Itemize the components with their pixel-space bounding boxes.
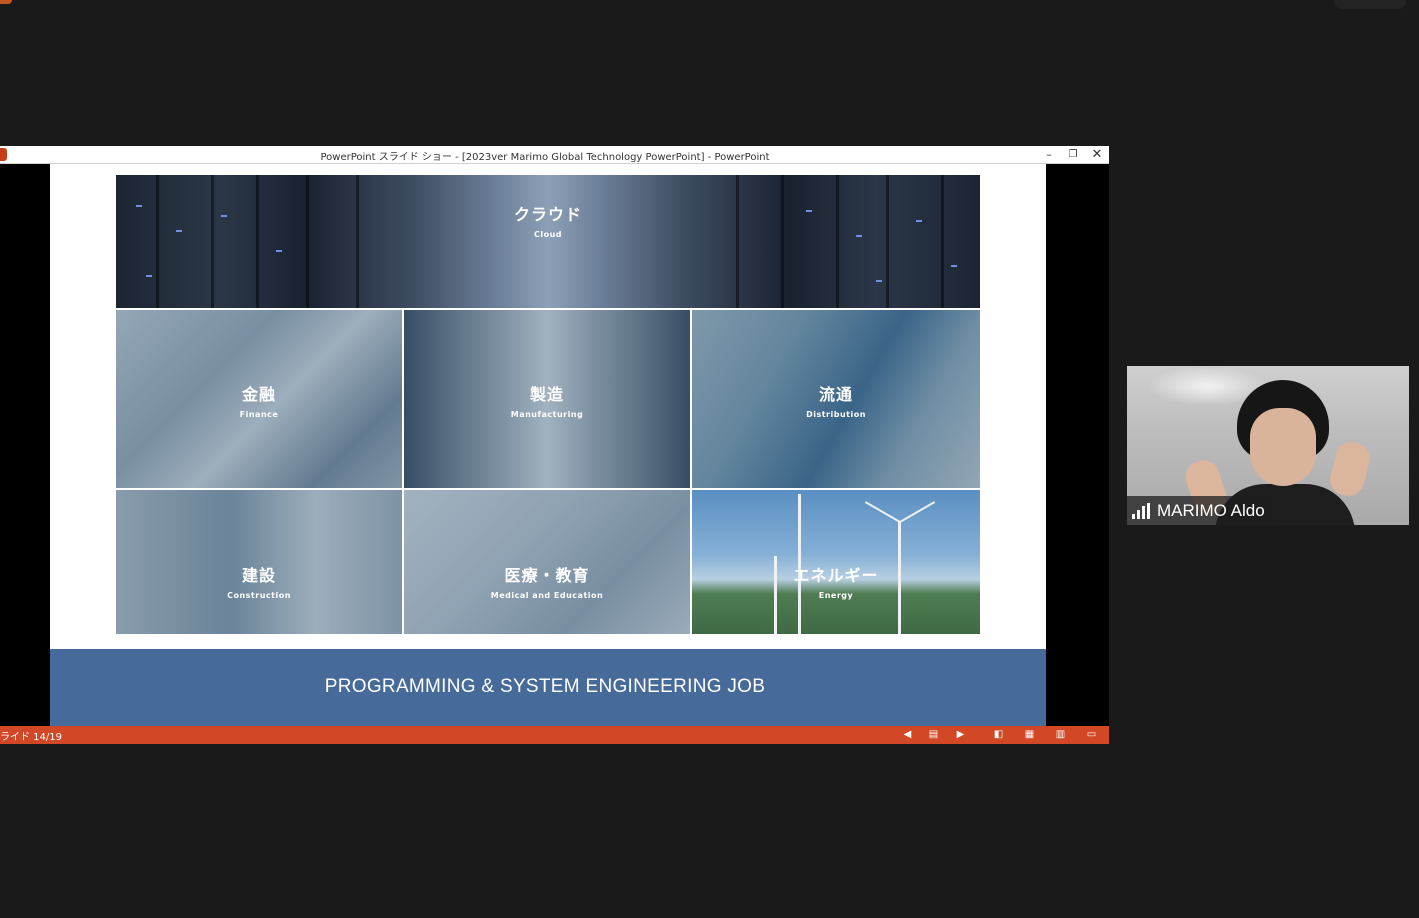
slide-footer-band: PROGRAMMING & SYSTEM ENGINEERING JOB	[50, 649, 1046, 726]
close-button[interactable]: ✕	[1086, 146, 1108, 163]
tile-label: 医療・教育 Medical and Education	[404, 562, 690, 600]
tile-title-jp: 医療・教育	[504, 566, 590, 585]
tile-title-en: Energy	[818, 591, 854, 600]
server-rack-line	[736, 175, 739, 308]
tile-title-en: Medical and Education	[490, 591, 604, 600]
slide[interactable]: クラウド Cloud 金融 Finance 製造 Manufacturing 流…	[50, 164, 1046, 726]
tile-title-jp: 製造	[529, 385, 564, 404]
tile-title-jp: クラウド	[513, 205, 582, 224]
tile-energy[interactable]: エネルギー Energy	[692, 490, 980, 634]
server-led	[876, 280, 882, 282]
powerpoint-slideshow-window: PowerPoint スライド ショー - [2023ver Marimo Gl…	[0, 146, 1109, 744]
slideshow-statusbar: ライド 14/19 ◀ ▤ ▶ ◧ ▦ ▥ ▭	[0, 726, 1109, 744]
participant-video-tile[interactable]: MARIMO Aldo	[1127, 366, 1409, 525]
server-rack-line	[211, 175, 214, 308]
tile-title-en: Finance	[239, 410, 279, 419]
turbine-blade	[864, 501, 901, 523]
next-icon[interactable]: ▶	[954, 729, 967, 741]
server-rack-line	[306, 175, 309, 308]
participant-name-bar: MARIMO Aldo	[1127, 496, 1273, 525]
turbine-blade	[899, 501, 936, 523]
tile-title-jp: 金融	[241, 385, 276, 404]
tile-title-en: Construction	[227, 591, 291, 600]
tile-title-jp: エネルギー	[793, 566, 879, 585]
server-rack-line	[156, 175, 159, 308]
tile-title-jp: 建設	[241, 566, 276, 585]
participant-face	[1250, 408, 1316, 486]
server-rack-line	[356, 175, 359, 308]
tile-title-jp: 流通	[818, 385, 853, 404]
tile-label: エネルギー Energy	[692, 562, 980, 600]
restore-button[interactable]: ❐	[1062, 146, 1084, 163]
slide-footer-title: PROGRAMMING & SYSTEM ENGINEERING JOB	[324, 676, 766, 697]
server-led	[951, 265, 957, 267]
previous-icon[interactable]: ◀	[901, 729, 914, 741]
signal-strength-icon	[1132, 503, 1152, 519]
tile-label: 製造 Manufacturing	[404, 381, 690, 419]
tile-label: 流通 Distribution	[692, 381, 980, 419]
window-titlebar: PowerPoint スライド ショー - [2023ver Marimo Gl…	[0, 146, 1109, 164]
turbine-blade	[899, 522, 901, 562]
window-title: PowerPoint スライド ショー - [2023ver Marimo Gl…	[320, 152, 770, 163]
tile-manufacturing[interactable]: 製造 Manufacturing	[404, 310, 690, 488]
slide-list-icon[interactable]: ▤	[927, 729, 940, 741]
tile-title-en: Manufacturing	[510, 410, 584, 419]
participant-hand	[1326, 438, 1374, 500]
tile-label: 金融 Finance	[116, 381, 402, 419]
server-rack-line	[836, 175, 839, 308]
slideshow-icon[interactable]: ▭	[1085, 729, 1098, 741]
slide-counter: ライド 14/19	[0, 732, 62, 743]
tile-cloud[interactable]: クラウド Cloud	[116, 175, 980, 308]
server-rack-line	[941, 175, 944, 308]
server-rack-line	[256, 175, 259, 308]
tile-title-en: Cloud	[533, 230, 563, 239]
tile-label: クラウド Cloud	[116, 201, 980, 239]
server-rack-line	[886, 175, 889, 308]
reading-view-icon[interactable]: ▥	[1054, 729, 1067, 741]
tile-medical-education[interactable]: 医療・教育 Medical and Education	[404, 490, 690, 634]
server-led	[276, 250, 282, 252]
server-rack-line	[781, 175, 784, 308]
top-toolbar-handle[interactable]	[1334, 0, 1406, 9]
slide-sorter-icon[interactable]: ▦	[1023, 729, 1036, 741]
slide-stage: クラウド Cloud 金融 Finance 製造 Manufacturing 流…	[0, 164, 1109, 726]
participant-name: MARIMO Aldo	[1157, 500, 1265, 520]
tile-label: 建設 Construction	[116, 562, 402, 600]
tile-distribution[interactable]: 流通 Distribution	[692, 310, 980, 488]
server-led	[146, 275, 152, 277]
normal-view-icon[interactable]: ◧	[992, 729, 1005, 741]
corner-indicator	[0, 0, 12, 4]
tile-title-en: Distribution	[806, 410, 866, 419]
tile-construction[interactable]: 建設 Construction	[116, 490, 402, 634]
industry-tile-grid: クラウド Cloud 金融 Finance 製造 Manufacturing 流…	[116, 175, 980, 634]
tile-finance[interactable]: 金融 Finance	[116, 310, 402, 488]
minimize-button[interactable]: –	[1038, 146, 1060, 163]
